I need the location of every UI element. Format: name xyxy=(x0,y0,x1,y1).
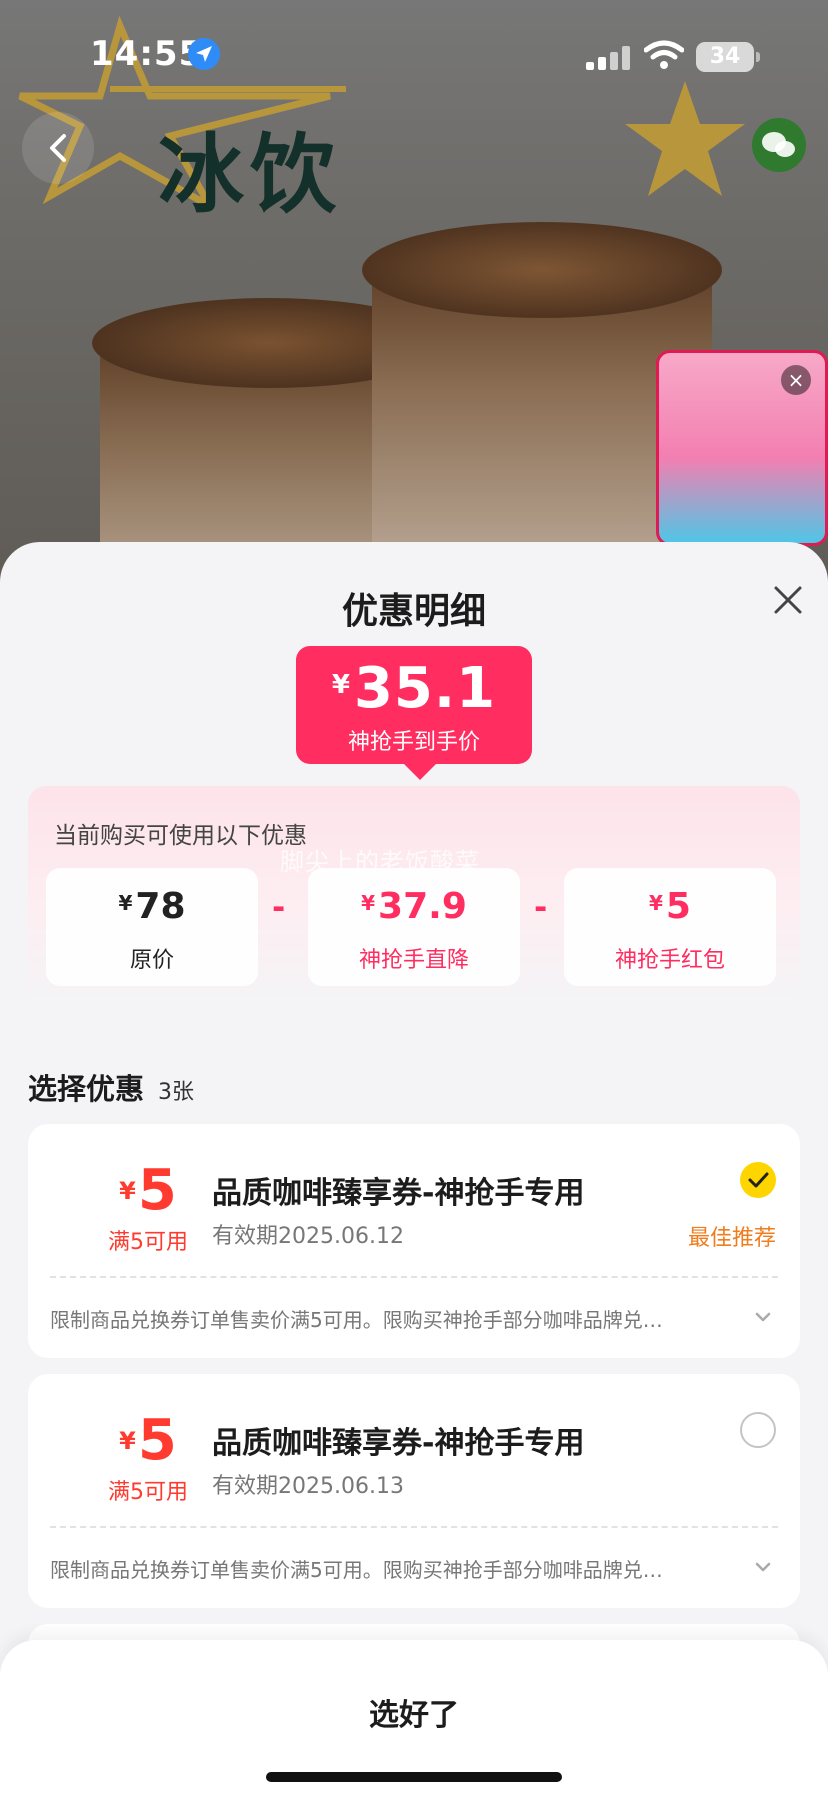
final-price-value: 35.1 xyxy=(353,656,497,721)
direct-discount-box: ¥37.9 神抢手直降 xyxy=(308,868,520,986)
original-price-box: ¥78 原价 xyxy=(46,868,258,986)
close-icon xyxy=(774,586,802,614)
original-price-currency: ¥ xyxy=(118,891,133,915)
coupon-condition: 满5可用 xyxy=(108,1230,188,1255)
coupon-expiry: 有效期2025.06.12 xyxy=(212,1224,404,1249)
red-packet-label: 神抢手红包 xyxy=(614,948,725,973)
live-close-icon[interactable]: × xyxy=(781,365,811,395)
best-recommend-tag: 最佳推荐 xyxy=(687,1226,776,1251)
coupon-currency: ¥ xyxy=(119,1177,136,1205)
red-packet-currency: ¥ xyxy=(649,891,663,915)
sheet-footer: 选好了 xyxy=(0,1640,828,1795)
product-hero: 冰饮 × 14:55 34 xyxy=(0,0,828,620)
status-time: 14:55 xyxy=(90,34,204,74)
coupon-divider xyxy=(50,1276,778,1278)
confirm-button[interactable]: 选好了 xyxy=(0,1690,828,1734)
final-price-currency: ¥ xyxy=(331,670,350,700)
home-indicator[interactable] xyxy=(266,1772,562,1782)
discount-details-sheet: 优惠明细 ¥35.1 神抢手到手价 当前购买可使用以下优惠 脚尖上的老饭酸菜 ¥… xyxy=(0,542,828,1795)
location-arrow-icon xyxy=(188,38,220,70)
coupon-condition: 满5可用 xyxy=(108,1480,188,1505)
final-price-badge: ¥35.1 神抢手到手价 xyxy=(296,646,532,780)
chevron-down-icon[interactable] xyxy=(752,1306,774,1328)
breakdown-caption: 当前购买可使用以下优惠 xyxy=(54,823,307,849)
chevron-left-icon xyxy=(50,134,66,162)
coupon-value: 5 xyxy=(137,1158,177,1223)
original-price-label: 原价 xyxy=(129,948,174,973)
coupon-name: 品质咖啡臻享券-神抢手专用 xyxy=(212,1426,585,1461)
cellular-signal-icon xyxy=(586,46,630,70)
battery-level: 34 xyxy=(709,44,741,69)
coupon-name: 品质咖啡臻享券-神抢手专用 xyxy=(212,1176,585,1211)
price-breakdown: 当前购买可使用以下优惠 脚尖上的老饭酸菜 ¥78 原价 - ¥37.9 神抢手直… xyxy=(28,786,800,1006)
final-price: ¥35.1 xyxy=(296,656,532,721)
original-price-value: 78 xyxy=(135,886,186,927)
coupon-amount: ¥5 xyxy=(88,1408,208,1473)
coupon-count: 3张 xyxy=(158,1080,194,1105)
wifi-icon xyxy=(644,40,684,69)
coupon-value: 5 xyxy=(137,1408,177,1473)
coupon-amount: ¥5 xyxy=(88,1158,208,1223)
select-discount-title: 选择优惠 xyxy=(28,1072,145,1106)
live-stream-widget[interactable]: × xyxy=(656,350,828,546)
coupon-checkbox-checked[interactable] xyxy=(740,1162,776,1198)
sheet-title: 优惠明细 xyxy=(341,591,486,632)
battery-icon: 34 xyxy=(696,42,760,72)
status-bar: 14:55 34 xyxy=(0,0,828,110)
coupon-description: 限制商品兑换券订单售卖价满5可用。限购买神抢手部分咖啡品牌兑… xyxy=(50,1558,663,1582)
product-banner-title: 冰饮 xyxy=(158,125,342,225)
direct-discount-value: 37.9 xyxy=(378,886,467,927)
coupon-card[interactable]: ¥5 满5可用 品质咖啡臻享券-神抢手专用 有效期2025.06.13 限制商品… xyxy=(28,1374,800,1608)
coupon-currency: ¥ xyxy=(119,1427,136,1455)
minus-sign: - xyxy=(534,888,548,926)
coupon-card[interactable]: ¥5 满5可用 品质咖啡臻享券-神抢手专用 有效期2025.06.12 最佳推荐… xyxy=(28,1124,800,1358)
red-packet-value: 5 xyxy=(665,886,691,927)
wechat-share-icon[interactable] xyxy=(752,118,806,172)
direct-discount-currency: ¥ xyxy=(361,891,376,915)
coupon-checkbox-unchecked[interactable] xyxy=(740,1412,776,1448)
minus-sign: - xyxy=(272,888,286,926)
coffee-cup-right-lid xyxy=(362,222,722,318)
close-button[interactable] xyxy=(760,572,816,628)
chevron-down-icon[interactable] xyxy=(752,1556,774,1578)
coupon-divider xyxy=(50,1526,778,1528)
red-packet-box: ¥5 神抢手红包 xyxy=(564,868,776,986)
coupon-description: 限制商品兑换券订单售卖价满5可用。限购买神抢手部分咖啡品牌兑… xyxy=(50,1308,663,1332)
coupon-expiry: 有效期2025.06.13 xyxy=(212,1474,404,1499)
back-button[interactable] xyxy=(22,112,94,184)
direct-discount-label: 神抢手直降 xyxy=(358,948,469,973)
final-price-label: 神抢手到手价 xyxy=(347,730,480,755)
checkmark-icon xyxy=(748,1172,769,1188)
